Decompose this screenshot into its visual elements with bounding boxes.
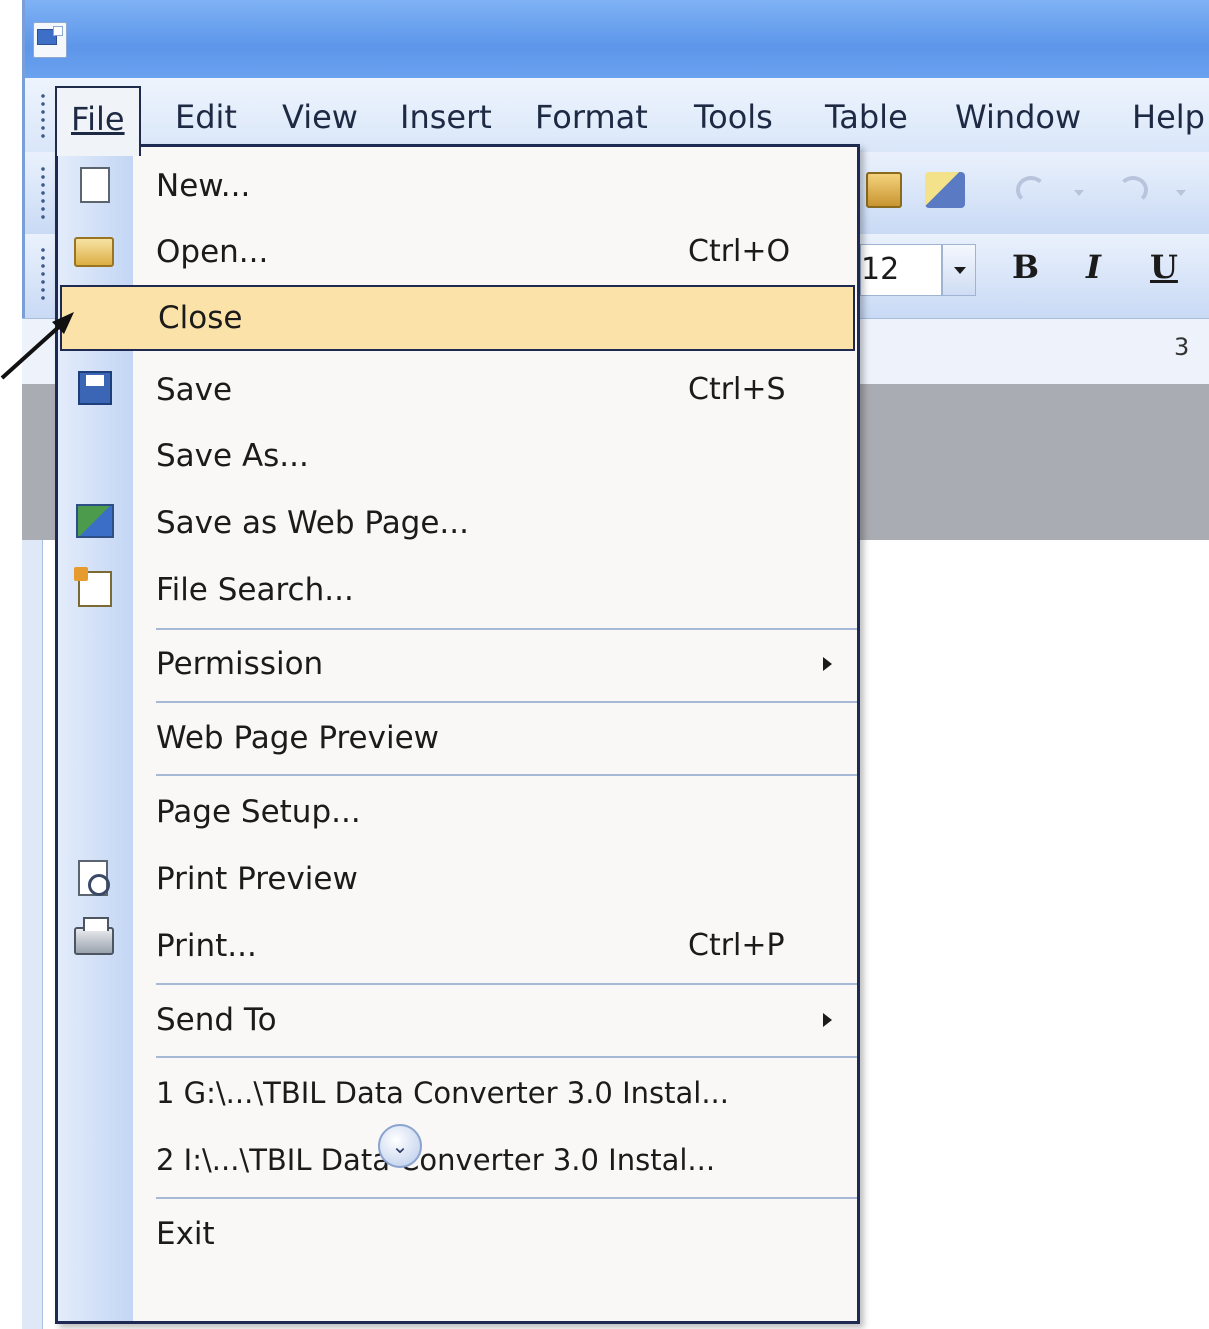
menu-item-new[interactable]: New...: [58, 153, 857, 219]
application-window: File Edit View Insert Format Tools Table…: [0, 0, 1209, 1329]
menu-item-print-preview[interactable]: Print Preview: [58, 846, 857, 912]
menu-item-close[interactable]: Close: [60, 285, 855, 351]
menu-help[interactable]: Help: [1132, 95, 1205, 139]
menubar-grip-handle[interactable]: [40, 92, 46, 140]
menu-separator: [156, 701, 857, 703]
print-preview-icon: [78, 860, 110, 896]
italic-button[interactable]: I: [1086, 248, 1101, 286]
menu-item-label: 2 I:\...\TBIL Data Converter 3.0 Instal.…: [156, 1143, 716, 1177]
menu-shortcut: Ctrl+S: [688, 372, 786, 407]
title-bar: [22, 0, 1209, 78]
menu-shortcut: Ctrl+P: [688, 928, 785, 963]
menu-item-recent-file-1[interactable]: 1 G:\...\TBIL Data Converter 3.0 Instal.…: [58, 1060, 857, 1126]
menu-view[interactable]: View: [282, 95, 358, 139]
menu-item-send-to[interactable]: Send To: [58, 987, 857, 1053]
format-painter-icon[interactable]: [925, 172, 965, 208]
formatting-toolbar-grip[interactable]: [40, 246, 46, 304]
menu-item-label: 1 G:\...\TBIL Data Converter 3.0 Instal.…: [156, 1076, 729, 1110]
menu-item-label: Page Setup...: [156, 794, 361, 830]
menu-item-file-search[interactable]: File Search...: [58, 557, 857, 623]
printer-icon: [74, 917, 114, 955]
underline-button[interactable]: U: [1150, 248, 1178, 286]
menu-format[interactable]: Format: [535, 95, 648, 139]
submenu-arrow-icon: [823, 1013, 832, 1027]
ruler-mark-label: 3: [1174, 333, 1190, 361]
pointer-arrow-icon: [0, 312, 74, 380]
menu-separator: [156, 1197, 857, 1199]
menu-separator: [156, 983, 857, 985]
menu-shortcut: Ctrl+O: [688, 234, 791, 269]
vertical-ruler: [22, 540, 43, 1329]
standard-toolbar-grip[interactable]: [40, 165, 46, 221]
menu-item-print[interactable]: Print... Ctrl+P: [58, 913, 857, 979]
web-page-icon: [76, 504, 114, 538]
menu-item-open[interactable]: Open... Ctrl+O: [58, 219, 857, 285]
font-size-field[interactable]: 12: [860, 244, 942, 296]
menu-tools[interactable]: Tools: [694, 95, 773, 139]
new-document-icon: [80, 167, 110, 203]
menu-item-label: Close: [158, 300, 243, 336]
menu-item-label: Print...: [156, 928, 257, 964]
menu-item-label: Send To: [156, 1002, 277, 1038]
menu-item-exit[interactable]: Exit: [58, 1201, 857, 1267]
menu-item-label: Exit: [156, 1216, 215, 1252]
submenu-arrow-icon: [823, 657, 832, 671]
menu-item-label: Web Page Preview: [156, 720, 440, 756]
menu-item-label: Save: [156, 372, 233, 408]
undo-icon[interactable]: [1016, 176, 1046, 204]
menu-item-label: Print Preview: [156, 861, 358, 897]
open-folder-icon: [74, 237, 114, 267]
menu-file[interactable]: File: [55, 86, 141, 156]
font-size-dropdown-button[interactable]: [942, 244, 976, 296]
menu-table[interactable]: Table: [825, 95, 908, 139]
word-app-icon[interactable]: [33, 22, 67, 58]
menu-item-label: Open...: [156, 234, 269, 270]
file-search-icon: [74, 567, 112, 607]
menu-item-save[interactable]: Save Ctrl+S: [58, 357, 857, 423]
menu-item-page-setup[interactable]: Page Setup...: [58, 779, 857, 845]
menu-separator: [156, 628, 857, 630]
menu-item-save-as-web-page[interactable]: Save as Web Page...: [58, 490, 857, 556]
menu-separator: [156, 774, 857, 776]
expand-menu-chevron-icon[interactable]: ⌄: [378, 1124, 422, 1168]
menu-item-label: Save As...: [156, 438, 309, 474]
redo-dropdown-icon[interactable]: [1176, 190, 1186, 196]
undo-dropdown-icon[interactable]: [1074, 190, 1084, 196]
redo-icon[interactable]: [1118, 176, 1148, 204]
menu-item-label: Save as Web Page...: [156, 505, 469, 541]
menu-item-label: Permission: [156, 646, 324, 682]
menu-window[interactable]: Window: [955, 95, 1081, 139]
file-menu-dropdown: New... Open... Ctrl+O Close Save Ctrl+S …: [55, 144, 860, 1324]
menu-item-label: File Search...: [156, 572, 354, 608]
bold-button[interactable]: B: [1012, 248, 1039, 286]
menu-item-recent-file-2[interactable]: 2 I:\...\TBIL Data Converter 3.0 Instal.…: [58, 1127, 857, 1193]
menu-item-web-page-preview[interactable]: Web Page Preview: [58, 705, 857, 771]
menu-item-permission[interactable]: Permission: [58, 631, 857, 697]
menu-separator: [156, 1056, 857, 1058]
research-icon[interactable]: [866, 172, 902, 208]
menu-edit[interactable]: Edit: [175, 95, 237, 139]
menu-item-label: New...: [156, 168, 251, 204]
menu-item-save-as[interactable]: Save As...: [58, 423, 857, 489]
chevron-down-icon: [954, 267, 966, 274]
menu-insert[interactable]: Insert: [400, 95, 492, 139]
